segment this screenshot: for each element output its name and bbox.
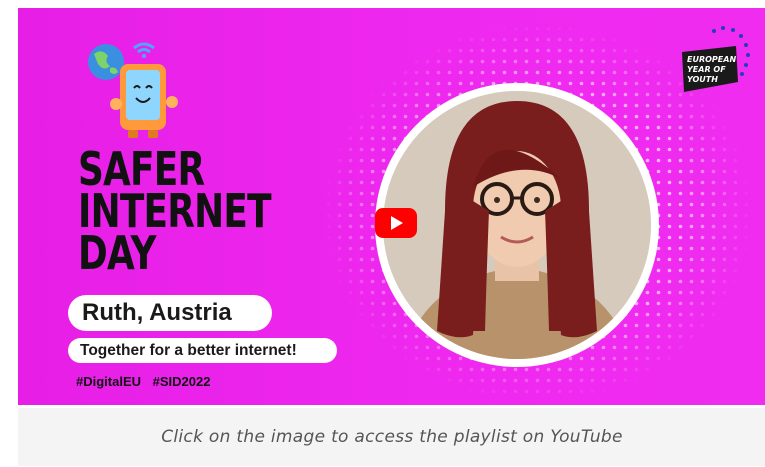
hashtags: #DigitalEU #SID2022 xyxy=(76,374,218,389)
event-title: SAFER INTERNET DAY xyxy=(78,146,272,280)
playlist-caption: Click on the image to access the playlis… xyxy=(18,408,765,466)
video-thumbnail-link[interactable]: EUROPEAN YEAR OF YOUTH SAFER INTERNET DA… xyxy=(18,8,765,405)
hashtag-sid2022: #SID2022 xyxy=(152,374,211,389)
title-line-3: DAY xyxy=(78,226,157,280)
logo-line-1: EUROPEAN xyxy=(687,55,736,64)
speaker-portrait xyxy=(383,91,651,359)
logo-line-2: YEAR OF xyxy=(687,65,726,74)
speaker-name-badge: Ruth, Austria xyxy=(68,295,272,331)
logo-line-3: YOUTH xyxy=(687,75,718,84)
youtube-play-icon[interactable] xyxy=(375,208,417,238)
tablet-mascot-icon xyxy=(88,42,178,138)
european-year-of-youth-logo: EUROPEAN YEAR OF YOUTH xyxy=(682,26,750,92)
slogan-badge: Together for a better internet! xyxy=(68,338,337,363)
hashtag-digitaleu: #DigitalEU xyxy=(76,374,142,389)
page: EUROPEAN YEAR OF YOUTH SAFER INTERNET DA… xyxy=(0,0,765,467)
